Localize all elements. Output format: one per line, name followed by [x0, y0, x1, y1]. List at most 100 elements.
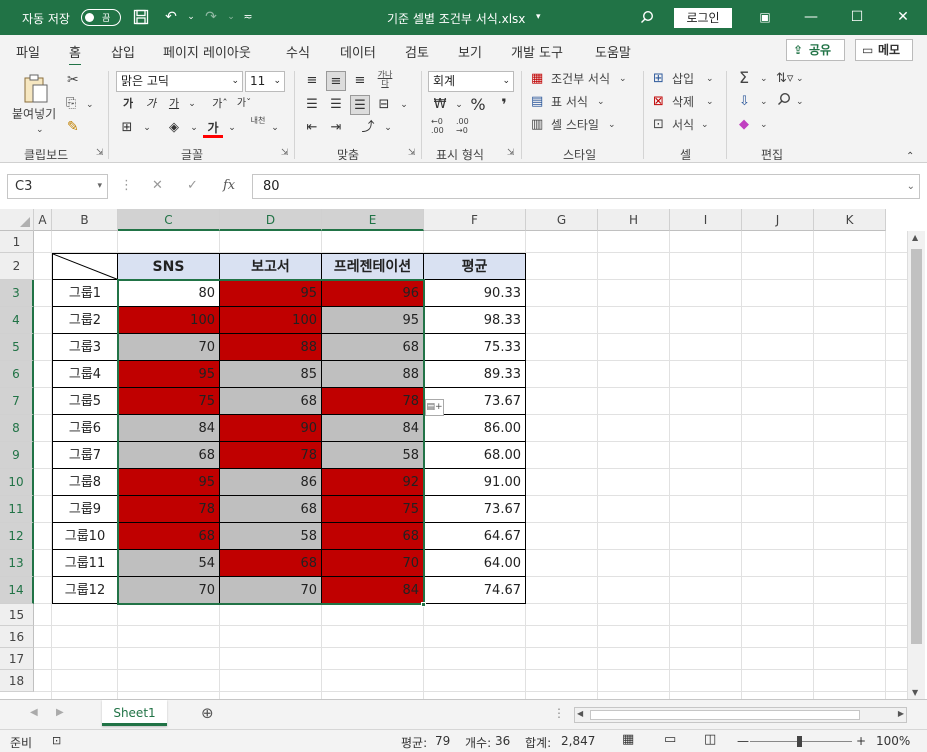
decrease-decimal-icon[interactable]: .00 →0 — [456, 117, 469, 135]
group-label-cell[interactable]: 그룹5 — [52, 388, 118, 415]
tab-review[interactable]: 검토 — [405, 42, 429, 61]
autosum-icon[interactable]: Σ — [739, 69, 749, 87]
border-dropdown-icon[interactable]: ⌄ — [137, 118, 157, 138]
page-layout-view-icon[interactable]: ▭ — [664, 732, 676, 747]
underline-dropdown-icon[interactable]: ⌄ — [182, 94, 202, 114]
data-cell[interactable]: 70 — [220, 577, 322, 604]
data-cell[interactable]: 68 — [118, 523, 220, 550]
column-header-h[interactable]: H — [598, 209, 670, 231]
column-title-cell[interactable]: 보고서 — [220, 253, 322, 280]
data-cell[interactable]: 91.00 — [424, 469, 526, 496]
close-icon[interactable]: ✕ — [892, 6, 914, 28]
fill-icon[interactable]: ⇩ — [739, 93, 750, 111]
data-cell[interactable]: 92 — [322, 469, 424, 496]
tab-insert[interactable]: 삽입 — [111, 42, 135, 61]
orientation-icon[interactable]: ⤴ — [358, 118, 378, 138]
copy-dropdown-icon[interactable]: ⌄ — [86, 96, 94, 114]
row-header-4[interactable]: 4 — [0, 307, 34, 334]
data-cell[interactable]: 96 — [322, 280, 424, 307]
data-cell[interactable]: 88 — [220, 334, 322, 361]
tab-page-layout[interactable]: 페이지 레이아웃 — [163, 42, 251, 61]
chevron-down-icon[interactable]: ⌄ — [701, 116, 709, 134]
sort-filter-icon[interactable]: ⇅▿ — [776, 70, 793, 88]
row-header-7[interactable]: 7 — [0, 388, 34, 415]
column-title-cell[interactable]: SNS — [118, 253, 220, 280]
increase-decimal-icon[interactable]: ←0.00 — [431, 117, 444, 135]
font-color-dropdown-icon[interactable]: ⌄ — [222, 118, 242, 138]
find-icon[interactable] — [777, 92, 791, 111]
scroll-left-icon[interactable]: ◀ — [577, 709, 583, 718]
group-label-cell[interactable]: 그룹2 — [52, 307, 118, 334]
paste-dropdown-icon[interactable]: ⌄ — [36, 121, 44, 139]
group-label-cell[interactable]: 그룹12 — [52, 577, 118, 604]
select-all-corner[interactable] — [0, 209, 34, 231]
data-cell[interactable]: 58 — [322, 442, 424, 469]
data-cell[interactable]: 95 — [220, 280, 322, 307]
tab-developer[interactable]: 개발 도구 — [511, 42, 563, 61]
formula-options-icon[interactable]: ⋮ — [120, 178, 133, 193]
paste-icon[interactable] — [22, 73, 50, 107]
data-cell[interactable]: 75.33 — [424, 334, 526, 361]
fill-color-icon[interactable]: ◈ — [164, 118, 184, 138]
data-cell[interactable]: 78 — [118, 496, 220, 523]
accounting-dropdown-icon[interactable]: ⌄ — [449, 95, 469, 115]
data-cell[interactable]: 90.33 — [424, 280, 526, 307]
align-left-icon[interactable]: ☰ — [302, 95, 322, 115]
clear-icon[interactable]: ◆ — [739, 116, 749, 134]
data-cell[interactable]: 98.33 — [424, 307, 526, 334]
scroll-up-icon[interactable]: ▲ — [912, 233, 918, 242]
sheet-tab-sheet1[interactable]: Sheet1 — [102, 700, 167, 726]
border-icon[interactable]: ⊞ — [117, 118, 137, 138]
zoom-in-icon[interactable]: + — [856, 734, 866, 748]
merge-dropdown-icon[interactable]: ⌄ — [394, 95, 414, 115]
row-header-6[interactable]: 6 — [0, 361, 34, 388]
decrease-indent-icon[interactable]: ⇤ — [302, 118, 322, 138]
data-cell[interactable]: 74.67 — [424, 577, 526, 604]
data-cell[interactable]: 70 — [118, 577, 220, 604]
accessibility-icon[interactable]: ⊡ — [52, 734, 61, 747]
wrap-text-icon[interactable]: 가나다 — [376, 70, 394, 88]
scroll-down-icon[interactable]: ▼ — [912, 688, 918, 697]
tab-formulas[interactable]: 수식 — [286, 42, 310, 61]
format-painter-icon[interactable]: ✎ — [67, 118, 79, 136]
tab-splitter-icon[interactable]: ⋮ — [553, 706, 565, 720]
chevron-down-icon[interactable]: ⌄ — [597, 93, 605, 111]
data-cell[interactable]: 84 — [118, 415, 220, 442]
formula-input[interactable]: 80 ⌄ — [252, 174, 920, 199]
vertical-scrollbar[interactable]: ▲ ▼ — [907, 231, 925, 699]
merge-center-icon[interactable]: ⊟ — [374, 95, 394, 115]
conditional-format-button[interactable]: 조건부 서식 — [551, 70, 610, 88]
clipboard-launcher-icon[interactable]: ⇲ — [96, 148, 104, 158]
customize-qat-icon[interactable]: ≂ — [237, 6, 259, 28]
row-header-11[interactable]: 11 — [0, 496, 34, 523]
tab-data[interactable]: 데이터 — [340, 42, 376, 61]
column-header-b[interactable]: B — [52, 209, 118, 231]
row-header-12[interactable]: 12 — [0, 523, 34, 550]
data-cell[interactable]: 95 — [322, 307, 424, 334]
cell-styles-button[interactable]: 셀 스타일 — [551, 116, 599, 134]
data-cell[interactable]: 68 — [220, 388, 322, 415]
data-cell[interactable]: 84 — [322, 415, 424, 442]
name-box[interactable]: C3 ▾ — [7, 174, 108, 199]
data-cell[interactable]: 58 — [220, 523, 322, 550]
group-label-cell[interactable]: 그룹7 — [52, 442, 118, 469]
normal-view-icon[interactable]: ▦ — [622, 732, 634, 747]
tab-view[interactable]: 보기 — [458, 42, 482, 61]
chevron-down-icon[interactable]: ⌄ — [760, 93, 768, 111]
data-cell[interactable]: 75 — [118, 388, 220, 415]
column-header-k[interactable]: K — [814, 209, 886, 231]
group-label-cell[interactable]: 그룹4 — [52, 361, 118, 388]
data-cell[interactable]: 54 — [118, 550, 220, 577]
phonetic-dropdown-icon[interactable]: ⌄ — [265, 118, 285, 138]
chevron-down-icon[interactable]: ▾ — [97, 175, 102, 198]
data-cell[interactable]: 95 — [118, 361, 220, 388]
data-cell[interactable]: 64.67 — [424, 523, 526, 550]
undo-icon[interactable]: ↶ — [160, 6, 182, 28]
memo-button[interactable]: ▭ 메모 — [855, 39, 913, 61]
undo-dropdown-icon[interactable]: ⌄ — [180, 6, 202, 28]
format-cells-button[interactable]: 서식 — [672, 116, 694, 134]
redo-icon[interactable]: ↷ — [200, 6, 222, 28]
data-cell[interactable]: 70 — [322, 550, 424, 577]
group-label-cell[interactable]: 그룹9 — [52, 496, 118, 523]
column-title-cell[interactable]: 평균 — [424, 253, 526, 280]
